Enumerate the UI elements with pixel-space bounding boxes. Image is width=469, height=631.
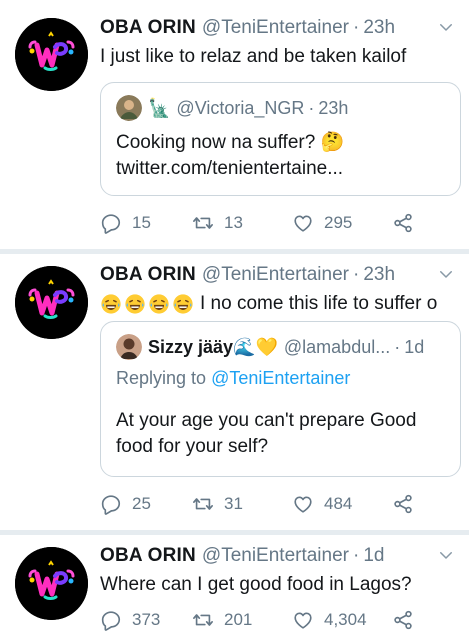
user-handle[interactable]: @TeniEntertainer xyxy=(202,16,349,40)
separator-dot: · xyxy=(394,337,401,357)
heart-icon xyxy=(292,609,314,631)
quoted-tweet-header: Sizzy jääy🌊💛 @lamabdul... · 1d xyxy=(116,334,424,360)
tweet-actions: 25 31 484 xyxy=(100,492,424,516)
quoted-avatar[interactable] xyxy=(116,334,142,360)
quoted-display-name[interactable]: Sizzy jääy🌊💛 xyxy=(148,335,278,359)
reply-count: 15 xyxy=(132,213,151,232)
tweet-header: OBA ORIN @TeniEntertainer · 23h xyxy=(100,16,459,40)
quoted-text-line: At your age you can't prepare Good xyxy=(116,410,417,431)
reply-icon xyxy=(100,609,122,631)
tweet-text: Where can I get good food in Lagos? xyxy=(100,574,412,595)
laughing-emoji-icon xyxy=(148,293,170,315)
chevron-down-icon[interactable] xyxy=(437,265,455,283)
display-name[interactable]: OBA ORIN xyxy=(100,16,196,40)
share-button[interactable] xyxy=(392,212,424,234)
reply-button[interactable]: 15 xyxy=(100,212,192,234)
quoted-user-handle[interactable]: @lamabdul... xyxy=(284,335,390,359)
like-count: 4,304 xyxy=(324,610,367,629)
retweet-count: 13 xyxy=(224,213,243,232)
quoted-text-line: food for your self? xyxy=(116,436,269,457)
separator-dot: · xyxy=(353,545,360,566)
heart-icon xyxy=(292,493,314,515)
chevron-down-icon[interactable] xyxy=(437,18,455,36)
timestamp[interactable]: 23h xyxy=(363,16,395,40)
quoted-link[interactable]: twitter.com/tenientertaine... xyxy=(116,156,450,182)
timestamp[interactable]: 23h xyxy=(363,263,395,287)
separator-dot: · xyxy=(308,98,315,118)
tweet[interactable]: OBA ORIN @TeniEntertainer · 23h I no com… xyxy=(0,254,469,530)
laughing-emoji-icon xyxy=(100,293,122,315)
separator-dot: · xyxy=(353,264,360,285)
tweet[interactable]: OBA ORIN @TeniEntertainer · 1d Where can… xyxy=(0,535,469,631)
display-name[interactable]: OBA ORIN xyxy=(100,544,196,568)
replying-to-mention[interactable]: @TeniEntertainer xyxy=(211,368,350,388)
tweet[interactable]: OBA ORIN @TeniEntertainer · 23h I just l… xyxy=(0,0,469,249)
quoted-avatar[interactable] xyxy=(116,95,142,121)
tweet-actions: 15 13 295 xyxy=(100,211,424,235)
retweet-button[interactable]: 201 xyxy=(192,609,292,631)
share-button[interactable] xyxy=(392,609,424,631)
replying-to: Replying to @TeniEntertainer xyxy=(116,366,350,390)
avatar[interactable] xyxy=(15,18,88,91)
like-button[interactable]: 4,304 xyxy=(292,609,392,631)
tweet-text-body: I no come this life to suffer o xyxy=(200,293,438,314)
quoted-user-handle[interactable]: @Victoria_NGR xyxy=(176,96,304,120)
separator-dot: · xyxy=(353,17,360,38)
tweet-header: OBA ORIN @TeniEntertainer · 1d xyxy=(100,544,459,568)
reply-count: 25 xyxy=(132,494,151,513)
quoted-tweet[interactable]: Sizzy jääy🌊💛 @lamabdul... · 1d Replying … xyxy=(100,321,461,477)
avatar[interactable] xyxy=(15,547,88,620)
user-handle[interactable]: @TeniEntertainer xyxy=(202,263,349,287)
reply-button[interactable]: 25 xyxy=(100,493,192,515)
like-count: 295 xyxy=(324,213,353,232)
tweet-header: OBA ORIN @TeniEntertainer · 23h xyxy=(100,263,459,287)
reply-icon xyxy=(100,493,122,515)
laughing-emoji-icon xyxy=(172,293,194,315)
reply-button[interactable]: 373 xyxy=(100,609,192,631)
retweet-count: 201 xyxy=(224,610,253,629)
laughing-emoji-row xyxy=(100,293,196,315)
display-name[interactable]: OBA ORIN xyxy=(100,263,196,287)
chevron-down-icon[interactable] xyxy=(437,546,455,564)
retweet-button[interactable]: 13 xyxy=(192,212,292,234)
like-button[interactable]: 484 xyxy=(292,493,392,515)
heart-icon xyxy=(292,212,314,234)
quoted-text-line: Cooking now na suffer? 🤔 xyxy=(116,132,345,153)
tweet-text: I just like to relaz and be taken kailof xyxy=(100,46,407,67)
share-button[interactable] xyxy=(392,493,424,515)
reply-icon xyxy=(100,212,122,234)
quoted-timestamp: 1d xyxy=(404,337,425,357)
retweet-icon xyxy=(192,212,214,234)
share-icon xyxy=(392,609,414,631)
quoted-tweet-text: At your age you can't prepare Good food … xyxy=(116,408,450,460)
retweet-button[interactable]: 31 xyxy=(192,493,292,515)
tweet-actions: 373 201 4,304 xyxy=(100,608,424,631)
reply-count: 373 xyxy=(132,610,161,629)
retweet-icon xyxy=(192,493,214,515)
statue-of-liberty-emoji: 🗽 xyxy=(148,98,171,118)
quoted-tweet[interactable]: 🗽 @Victoria_NGR · 23h Cooking now na suf… xyxy=(100,82,461,196)
tweet-text: I no come this life to suffer o xyxy=(100,291,459,317)
quoted-timestamp: 23h xyxy=(318,98,349,118)
share-icon xyxy=(392,212,414,234)
quoted-tweet-header: 🗽 @Victoria_NGR · 23h xyxy=(116,95,348,121)
like-count: 484 xyxy=(324,494,353,513)
laughing-emoji-icon xyxy=(124,293,146,315)
timestamp[interactable]: 1d xyxy=(363,544,384,568)
retweet-icon xyxy=(192,609,214,631)
quoted-tweet-text: Cooking now na suffer? 🤔 twitter.com/ten… xyxy=(116,130,450,182)
retweet-count: 31 xyxy=(224,494,243,513)
avatar[interactable] xyxy=(15,266,88,339)
like-button[interactable]: 295 xyxy=(292,212,392,234)
user-handle[interactable]: @TeniEntertainer xyxy=(202,544,349,568)
share-icon xyxy=(392,493,414,515)
replying-to-label: Replying to xyxy=(116,368,207,388)
